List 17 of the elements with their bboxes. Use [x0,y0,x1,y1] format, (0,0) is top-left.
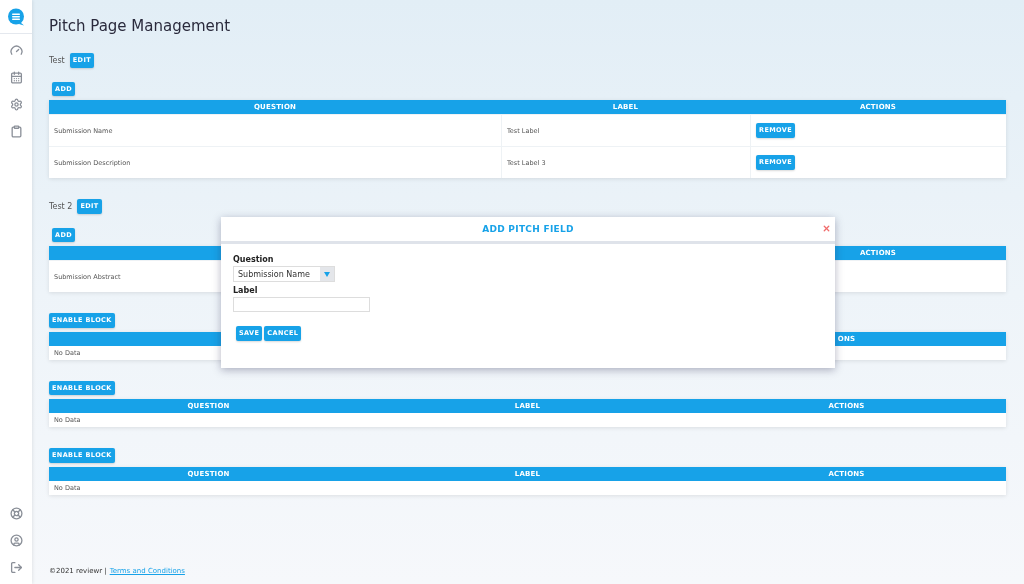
user-icon[interactable] [9,534,23,547]
page-title: Pitch Page Management [49,17,232,35]
logout-icon[interactable] [9,561,23,574]
caret-icon[interactable] [324,271,330,277]
logo-icon[interactable] [7,7,25,26]
close-button[interactable] [822,224,831,233]
dialog-title: ADD PITCH FIELD [482,224,574,234]
clipboard-icon[interactable] [9,125,23,138]
help-icon[interactable] [9,507,23,520]
question-select[interactable]: Submission Name [233,266,335,282]
settings-icon[interactable] [9,98,23,111]
label-input[interactable] [233,297,370,312]
calendar-icon[interactable] [9,71,23,84]
block-name: Test 2 [49,201,73,211]
block-name: Test [49,55,65,65]
field-label: Label [233,286,259,295]
dashboard-icon[interactable] [9,44,23,57]
